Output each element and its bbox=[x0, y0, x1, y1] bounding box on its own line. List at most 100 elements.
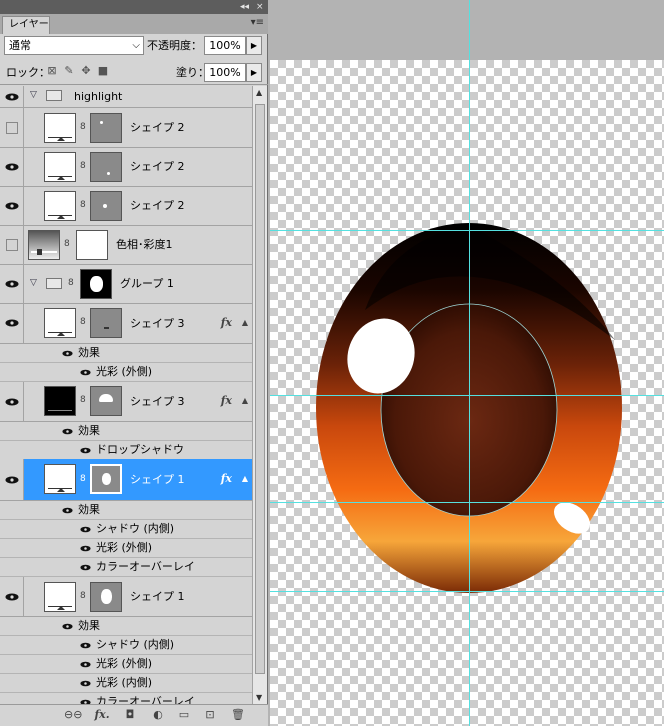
document-canvas[interactable] bbox=[270, 60, 664, 726]
scroll-up-icon[interactable]: ▲ bbox=[256, 88, 262, 97]
layer-shape2-a[interactable]: 8 シェイプ 2 bbox=[0, 108, 252, 148]
eye-icon[interactable] bbox=[80, 369, 91, 376]
layer-shape3-a[interactable]: 8 シェイプ 3 fx ▲ bbox=[0, 304, 252, 344]
vector-mask-thumbnail bbox=[90, 191, 122, 221]
effect-item[interactable]: シャドウ (内側) bbox=[0, 636, 252, 655]
new-group-icon[interactable]: ▭ bbox=[176, 708, 192, 722]
layer-name: シェイプ 3 bbox=[130, 395, 185, 408]
effects-header[interactable]: 効果 bbox=[0, 501, 252, 520]
fx-icon[interactable]: fx bbox=[221, 472, 232, 485]
effect-item[interactable]: 光彩 (外側) bbox=[0, 363, 252, 382]
eye-icon[interactable] bbox=[5, 476, 19, 484]
effects-header[interactable]: 効果 bbox=[0, 344, 252, 363]
link-icon[interactable]: 8 bbox=[80, 161, 86, 171]
panel-menu-icon[interactable]: ▾≡ bbox=[251, 17, 264, 28]
opacity-label: 不透明度： bbox=[147, 39, 202, 52]
effect-label: 光彩 (外側) bbox=[96, 541, 153, 554]
fill-arrow-button[interactable]: ▶ bbox=[246, 63, 262, 82]
effect-label: シャドウ (内側) bbox=[96, 638, 175, 651]
eye-icon[interactable] bbox=[5, 398, 19, 406]
effect-item[interactable]: シャドウ (内側) bbox=[0, 520, 252, 539]
fx-icon[interactable]: fx bbox=[221, 316, 232, 329]
eye-icon[interactable] bbox=[80, 564, 91, 571]
eye-icon[interactable] bbox=[80, 526, 91, 533]
link-icon[interactable]: 8 bbox=[80, 395, 86, 405]
effect-item[interactable]: カラーオーバーレイ bbox=[0, 558, 252, 577]
blend-mode-value: 通常 bbox=[9, 39, 31, 52]
collapse-effects-icon[interactable]: ▲ bbox=[242, 474, 248, 483]
layer-hue-saturation[interactable]: 8 色相･彩度1 bbox=[0, 226, 252, 265]
effects-header[interactable]: 効果 bbox=[0, 422, 252, 441]
layer-list-scrollbar[interactable]: ▲ ▼ bbox=[252, 86, 267, 704]
close-icon[interactable]: × bbox=[256, 0, 264, 14]
link-icon[interactable]: 8 bbox=[80, 317, 86, 327]
opacity-input[interactable]: 100% bbox=[204, 36, 246, 55]
eye-icon[interactable] bbox=[62, 507, 73, 514]
link-icon[interactable]: 8 bbox=[80, 122, 86, 132]
effect-item[interactable]: ドロップシャドウ bbox=[0, 441, 252, 460]
effect-item[interactable]: 光彩 (外側) bbox=[0, 655, 252, 674]
eye-icon[interactable] bbox=[5, 163, 19, 171]
visibility-toggle[interactable] bbox=[6, 239, 18, 251]
layer-group-highlight[interactable]: ▽ highlight bbox=[0, 86, 252, 108]
eye-icon[interactable] bbox=[80, 661, 91, 668]
expand-triangle-icon[interactable]: ▽ bbox=[30, 90, 37, 100]
lock-brush-icon[interactable]: ✎ bbox=[63, 65, 75, 77]
layer-shape3-b[interactable]: 8 シェイプ 3 fx ▲ bbox=[0, 382, 252, 422]
vector-mask-thumbnail bbox=[90, 582, 122, 612]
scroll-down-icon[interactable]: ▼ bbox=[256, 693, 262, 702]
adjustment-layer-icon[interactable]: ◐ bbox=[150, 708, 166, 722]
folder-icon bbox=[46, 278, 62, 289]
scrollbar-thumb[interactable] bbox=[255, 104, 265, 674]
collapse-effects-icon[interactable]: ▲ bbox=[242, 318, 248, 327]
link-icon[interactable]: 8 bbox=[64, 239, 70, 249]
effects-header[interactable]: 効果 bbox=[0, 617, 252, 636]
eye-icon[interactable] bbox=[80, 545, 91, 552]
eye-icon[interactable] bbox=[80, 447, 91, 454]
chevron-down-icon: ⌵ bbox=[132, 40, 140, 51]
layer-name: 色相･彩度1 bbox=[116, 238, 173, 251]
add-style-icon[interactable]: fx. bbox=[94, 708, 110, 722]
vector-mask-thumbnail bbox=[90, 386, 122, 416]
lock-all-icon[interactable]: ■ bbox=[97, 65, 109, 77]
layer-group1[interactable]: ▽ 8 グループ 1 bbox=[0, 265, 252, 304]
eye-icon[interactable] bbox=[5, 93, 19, 101]
opacity-arrow-button[interactable]: ▶ bbox=[246, 36, 262, 55]
link-icon[interactable]: 8 bbox=[80, 591, 86, 601]
effect-label: シャドウ (内側) bbox=[96, 522, 175, 535]
visibility-toggle[interactable] bbox=[6, 122, 18, 134]
eye-icon[interactable] bbox=[5, 319, 19, 327]
collapse-icon[interactable]: ◂◂ bbox=[240, 0, 249, 14]
layer-shape2-c[interactable]: 8 シェイプ 2 bbox=[0, 187, 252, 226]
collapse-effects-icon[interactable]: ▲ bbox=[242, 396, 248, 405]
fx-icon[interactable]: fx bbox=[221, 394, 232, 407]
new-layer-icon[interactable]: ⊡ bbox=[202, 708, 218, 722]
eye-icon[interactable] bbox=[80, 680, 91, 687]
eye-icon[interactable] bbox=[62, 350, 73, 357]
fill-input[interactable]: 100% bbox=[204, 63, 246, 82]
link-icon[interactable]: 8 bbox=[68, 278, 74, 288]
layer-name: シェイプ 1 bbox=[130, 473, 185, 486]
eye-icon[interactable] bbox=[5, 593, 19, 601]
eye-icon[interactable] bbox=[80, 642, 91, 649]
trash-icon[interactable]: 🗑 bbox=[230, 708, 246, 722]
lock-move-icon[interactable]: ✥ bbox=[80, 65, 92, 77]
eye-icon[interactable] bbox=[62, 428, 73, 435]
effect-item[interactable]: 光彩 (内側) bbox=[0, 674, 252, 693]
expand-triangle-icon[interactable]: ▽ bbox=[30, 278, 37, 288]
link-icon[interactable]: 8 bbox=[80, 200, 86, 210]
lock-transparency-icon[interactable]: ⊠ bbox=[46, 65, 58, 77]
add-mask-icon[interactable]: ◘ bbox=[122, 708, 138, 722]
link-icon[interactable]: 8 bbox=[80, 474, 86, 484]
blend-mode-select[interactable]: 通常 ⌵ bbox=[4, 36, 144, 55]
layer-shape1-a-selected[interactable]: 8 シェイプ 1 fx ▲ bbox=[0, 459, 252, 501]
layer-shape1-b[interactable]: 8 シェイプ 1 bbox=[0, 577, 252, 617]
effect-item[interactable]: カラーオーバーレイ bbox=[0, 693, 252, 704]
eye-icon[interactable] bbox=[62, 623, 73, 630]
layer-shape2-b[interactable]: 8 シェイプ 2 bbox=[0, 148, 252, 187]
link-layers-icon[interactable]: ⊖⊖ bbox=[64, 708, 82, 722]
eye-icon[interactable] bbox=[5, 280, 19, 288]
tab-layers[interactable]: レイヤー × bbox=[2, 16, 50, 46]
eye-icon[interactable] bbox=[5, 202, 19, 210]
effect-item[interactable]: 光彩 (外側) bbox=[0, 539, 252, 558]
